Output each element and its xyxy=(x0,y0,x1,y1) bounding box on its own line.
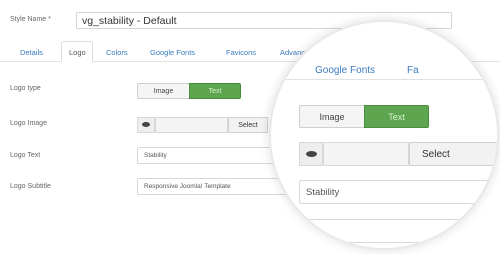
mag-image-path-input[interactable] xyxy=(323,142,409,166)
mag-logo-subtitle-input[interactable] xyxy=(299,219,497,243)
mag-tab-google-fonts[interactable]: Google Fonts xyxy=(315,65,375,76)
logo-subtitle-input[interactable]: Responsive Joomla! Template xyxy=(137,178,287,195)
mag-eye-icon xyxy=(306,151,317,157)
tab-logo[interactable]: Logo xyxy=(69,48,86,57)
logo-type-text-button[interactable]: Text xyxy=(189,83,241,99)
mag-tab-partial[interactable]: Fa xyxy=(407,65,419,76)
logo-subtitle-label: Logo Subtitle xyxy=(10,183,51,190)
style-name-label: Style Name * xyxy=(10,16,51,23)
logo-image-label: Logo Image xyxy=(10,120,47,127)
mag-image-button[interactable]: Image xyxy=(299,105,365,128)
logo-text-input[interactable]: Stability xyxy=(137,147,287,164)
mag-select-button[interactable]: Select xyxy=(409,142,497,166)
mag-text-button[interactable]: Text xyxy=(364,105,429,128)
mag-logo-text-input[interactable]: Stability xyxy=(299,180,497,204)
eye-icon xyxy=(142,122,150,127)
tab-colors[interactable]: Colors xyxy=(106,48,128,57)
logo-type-label: Logo type xyxy=(10,85,41,92)
tab-details[interactable]: Details xyxy=(20,48,43,57)
logo-image-path-input[interactable] xyxy=(155,117,228,133)
tab-google-fonts[interactable]: Google Fonts xyxy=(150,48,195,57)
logo-image-select-button[interactable]: Select xyxy=(228,117,268,133)
tab-favicons[interactable]: Favicons xyxy=(226,48,256,57)
mag-tab-divider xyxy=(271,79,497,80)
logo-type-image-button[interactable]: Image xyxy=(137,83,190,99)
magnifier-lens: Google Fonts Fa Image Text Select Stabil… xyxy=(269,20,499,250)
logo-text-label: Logo Text xyxy=(10,152,41,159)
